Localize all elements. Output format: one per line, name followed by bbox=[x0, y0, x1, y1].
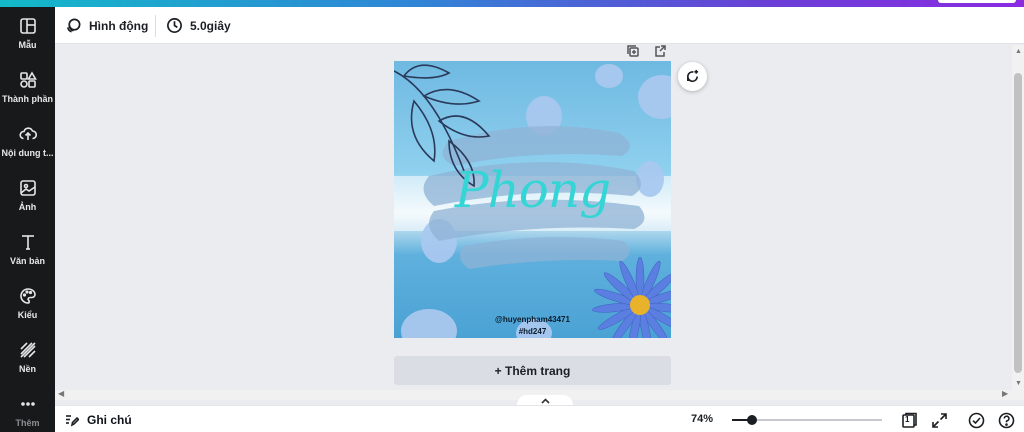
sidebar-item-label: Thành phần bbox=[2, 93, 53, 104]
page-count: 1 bbox=[905, 415, 910, 424]
sidebar-item-more[interactable]: Thêm bbox=[0, 385, 55, 432]
sidebar-item-label: Ảnh bbox=[18, 201, 37, 212]
vertical-scrollbar[interactable]: ▲ ▼ bbox=[1012, 45, 1024, 392]
sidebar-item-background[interactable]: Nền bbox=[0, 331, 55, 383]
add-page-button[interactable]: + Thêm trang bbox=[394, 356, 671, 385]
zoom-slider[interactable] bbox=[732, 415, 882, 425]
upload-icon bbox=[18, 126, 37, 140]
layout-icon bbox=[19, 17, 36, 34]
scroll-left-icon[interactable]: ◀ bbox=[58, 389, 64, 398]
sidebar-item-label: Mẫu bbox=[18, 39, 37, 50]
shapes-icon bbox=[19, 70, 37, 88]
top-gradient-bar bbox=[0, 0, 1024, 7]
sidebar-item-label: Văn bản bbox=[9, 255, 45, 266]
share-page-icon[interactable] bbox=[654, 44, 666, 57]
design-hashtag-text[interactable]: #hd247 bbox=[394, 327, 671, 336]
sidebar-item-elements[interactable]: Thành phần bbox=[0, 61, 55, 113]
animate-icon bbox=[66, 18, 81, 33]
notes-icon bbox=[66, 414, 79, 426]
zoom-percentage[interactable]: 74% bbox=[691, 413, 713, 425]
bottom-bar: Ghi chú 74% 1 bbox=[55, 405, 1024, 432]
sidebar-item-label: Nội dung t... bbox=[1, 147, 54, 158]
check-button[interactable] bbox=[966, 410, 986, 430]
sidebar-item-styles[interactable]: Kiểu bbox=[0, 277, 55, 329]
editor-toolbar: Hình động 5.0giây bbox=[55, 7, 1024, 44]
sidebar-item-text[interactable]: Văn bản bbox=[0, 223, 55, 275]
expand-icon bbox=[931, 412, 947, 428]
left-sidebar: Mẫu Thành phần Nội dung t... Ảnh Văn bản… bbox=[0, 7, 55, 432]
vertical-scroll-thumb[interactable] bbox=[1014, 73, 1022, 373]
chevron-up-icon bbox=[540, 398, 550, 404]
page-count-button[interactable]: 1 bbox=[899, 410, 919, 430]
duration-label: 5.0giây bbox=[190, 18, 231, 33]
pattern-icon bbox=[19, 341, 36, 358]
top-right-button-edge[interactable] bbox=[938, 0, 1016, 3]
notes-label: Ghi chú bbox=[87, 412, 132, 427]
check-circle-icon bbox=[968, 412, 984, 428]
regenerate-button[interactable] bbox=[678, 62, 707, 91]
animate-button[interactable]: Hình động bbox=[65, 7, 148, 44]
sidebar-item-label: Nền bbox=[18, 363, 36, 374]
scroll-down-icon[interactable]: ▼ bbox=[1015, 380, 1022, 387]
palette-icon bbox=[19, 287, 36, 304]
sidebar-item-label: Kiểu bbox=[17, 309, 38, 320]
clock-icon bbox=[167, 18, 182, 33]
sidebar-item-uploads[interactable]: Nội dung t... bbox=[0, 115, 55, 167]
sidebar-item-photos[interactable]: Ảnh bbox=[0, 169, 55, 221]
duration-button[interactable]: 5.0giây bbox=[166, 7, 231, 44]
duplicate-page-icon[interactable] bbox=[627, 44, 639, 57]
more-icon bbox=[20, 401, 35, 406]
fullscreen-button[interactable] bbox=[929, 410, 949, 430]
scroll-right-icon[interactable]: ▶ bbox=[1002, 389, 1008, 398]
sidebar-item-label: Thêm bbox=[15, 417, 40, 428]
scroll-up-icon[interactable]: ▲ bbox=[1015, 48, 1022, 55]
refresh-plus-icon bbox=[687, 69, 699, 83]
sidebar-item-templates[interactable]: Mẫu bbox=[0, 7, 55, 59]
help-button[interactable] bbox=[996, 410, 1016, 430]
help-icon bbox=[998, 412, 1014, 428]
design-page[interactable]: Phong @huyenpham43471 #hd247 bbox=[394, 61, 671, 338]
text-icon bbox=[21, 234, 34, 250]
design-title-text[interactable]: Phong bbox=[394, 161, 671, 219]
image-icon bbox=[19, 179, 36, 196]
design-handle-text[interactable]: @huyenpham43471 bbox=[394, 315, 671, 324]
notes-button[interactable]: Ghi chú bbox=[65, 406, 132, 432]
zoom-slider-handle[interactable] bbox=[747, 415, 757, 425]
animate-label: Hình động bbox=[89, 18, 149, 33]
toolbar-divider bbox=[155, 15, 156, 37]
